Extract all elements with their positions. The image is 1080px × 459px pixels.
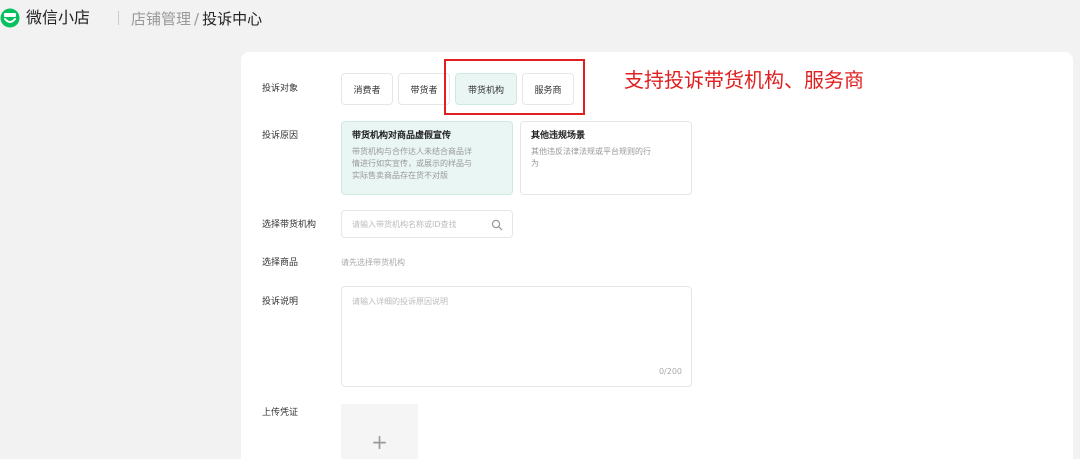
reason-title: 其他违规场景 <box>531 131 586 141</box>
description-placeholder: 请输入详细的投诉原因说明 <box>352 297 448 306</box>
target-label: 投诉对象 <box>262 84 299 94</box>
search-icon[interactable] <box>491 219 503 231</box>
reason-label: 投诉原因 <box>262 131 299 141</box>
reason-description-line: 实际售卖商品存在货不对版 <box>352 171 448 180</box>
breadcrumb-store-management[interactable]: 店铺管理 <box>131 10 191 28</box>
institution-search-input[interactable]: 请输入带货机构名称或ID查找 <box>341 210 513 238</box>
target-option-consumer[interactable]: 消费者 <box>341 73 393 105</box>
annotation-highlight-box <box>444 59 585 115</box>
reason-description-line: 情进行如实宣传，或展示的样品与 <box>352 159 472 168</box>
reason-option-false-advertising[interactable]: 带货机构对商品虚假宣传 带货机构与合作达人未结合商品详 情进行如实宣传，或展示的… <box>341 121 513 195</box>
reason-description-line: 带货机构与合作达人未结合商品详 <box>352 147 472 156</box>
product-label: 选择商品 <box>262 258 299 268</box>
top-bar: 微信小店 店铺管理 / 投诉中心 <box>0 0 1080 40</box>
reason-option-other-violation[interactable]: 其他违规场景 其他违反法律法规或平台规则的行 为 <box>520 121 692 195</box>
breadcrumb-complaint-center: 投诉中心 <box>202 10 263 28</box>
institution-search-placeholder: 请输入带货机构名称或ID查找 <box>352 220 457 229</box>
reason-description: 其他违反法律法规或平台规则的行 为 <box>531 146 681 170</box>
product-hint: 请先选择带货机构 <box>341 258 405 267</box>
reason-description: 带货机构与合作达人未结合商品详 情进行如实宣传，或展示的样品与 实际售卖商品存在… <box>352 146 502 182</box>
evidence-label: 上传凭证 <box>262 408 299 418</box>
target-option-seller[interactable]: 带货者 <box>398 73 450 105</box>
description-label: 投诉说明 <box>262 297 299 307</box>
reason-title: 带货机构对商品虚假宣传 <box>352 131 452 141</box>
description-textarea[interactable]: 请输入详细的投诉原因说明 0/200 <box>341 286 692 387</box>
institution-label: 选择带货机构 <box>262 220 317 230</box>
breadcrumb: 店铺管理 / 投诉中心 <box>131 9 262 29</box>
reason-description-line: 其他违反法律法规或平台规则的行 <box>531 147 651 156</box>
upload-evidence-button[interactable]: + <box>341 404 418 459</box>
app-name[interactable]: 微信小店 <box>26 8 90 28</box>
character-counter: 0/200 <box>658 367 682 376</box>
reason-description-line: 为 <box>531 159 539 168</box>
wechat-store-logo-icon[interactable] <box>0 8 20 28</box>
annotation-text: 支持投诉带货机构、服务商 <box>624 68 864 92</box>
header-divider <box>118 11 119 25</box>
complaint-form-card <box>241 52 1073 459</box>
plus-icon: + <box>371 430 388 454</box>
breadcrumb-separator: / <box>194 10 200 28</box>
